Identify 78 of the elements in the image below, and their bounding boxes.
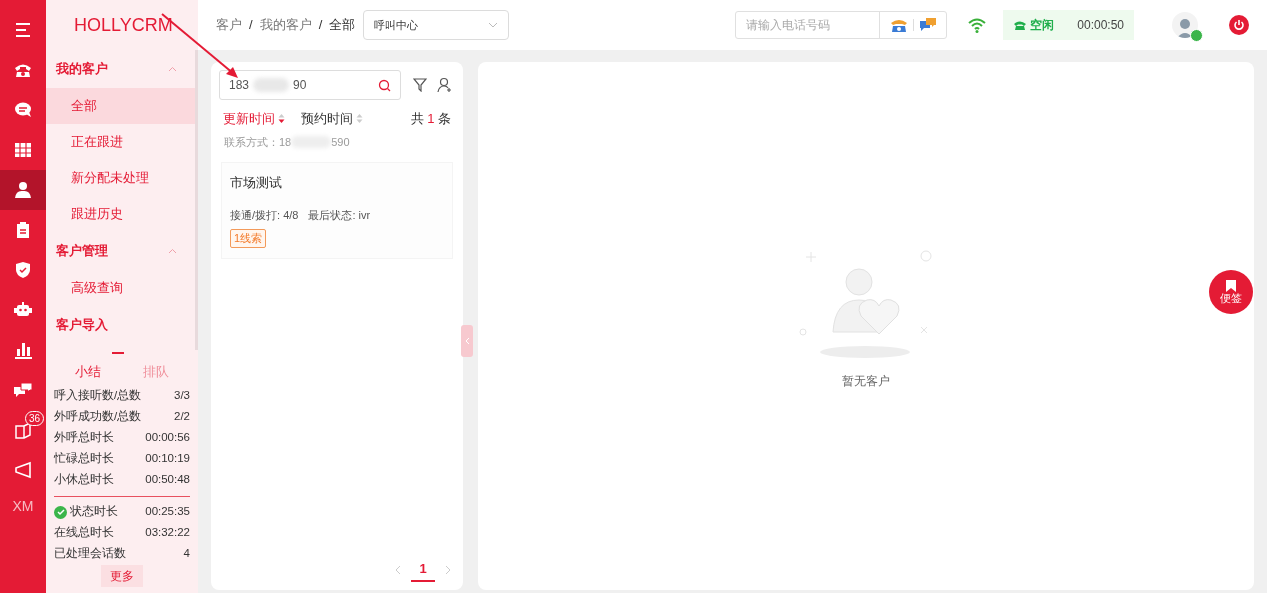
- menu-group-header[interactable]: 客户导入: [46, 306, 195, 344]
- stat-value: 00:50:48: [145, 472, 190, 488]
- chat-bubbles-icon: [13, 380, 33, 400]
- megaphone-icon: [13, 460, 33, 480]
- notification-badge: 36: [24, 411, 44, 426]
- sort-button[interactable]: 预约时间: [301, 109, 363, 129]
- stat-value: 03:32:22: [145, 525, 190, 541]
- customer-name: 市场测试: [230, 174, 283, 192]
- stat-value: 00:25:35: [145, 504, 190, 520]
- logo-text: HOLLYCRM: [74, 13, 173, 37]
- customer-card[interactable]: 市场测试 接通/拨打: 4/8 最后状态: ivr 1线索: [221, 162, 453, 259]
- dial-box[interactable]: 请输入电话号码: [735, 11, 947, 39]
- breadcrumb-item: 全部: [329, 16, 356, 35]
- lead-tag: 1线索: [230, 229, 267, 248]
- menu-item[interactable]: 正在跟进: [46, 124, 195, 160]
- stat-label: 状态时长: [70, 504, 118, 520]
- collapse-handle[interactable]: [461, 325, 473, 357]
- stat-value: 4: [183, 546, 190, 562]
- menu-item[interactable]: 跟进历史: [46, 196, 195, 232]
- stat-value: 3/3: [174, 388, 190, 404]
- phone-number-field[interactable]: 请输入电话号码: [736, 12, 880, 38]
- chat-bubbles-icon[interactable]: [919, 17, 937, 33]
- power-icon: [1233, 19, 1245, 31]
- stat-label: 已处理会话数: [54, 546, 126, 562]
- shield-icon: [13, 260, 33, 280]
- stat-value: 00:00:56: [145, 430, 190, 446]
- rail-item[interactable]: [0, 170, 46, 210]
- telephone-icon: [1013, 19, 1027, 31]
- avatar[interactable]: [1172, 12, 1198, 38]
- rail-item[interactable]: 36: [0, 410, 46, 450]
- contact-text: 联系方式：18 590: [224, 134, 351, 150]
- status-text: 空闲: [1030, 17, 1054, 34]
- stat-label: 外呼总时长: [54, 430, 114, 446]
- menu-group-header[interactable]: 我的客户: [46, 50, 195, 88]
- stat-label: 呼入接听数/总数: [54, 388, 142, 404]
- menu-item[interactable]: 新分配未处理: [46, 160, 195, 196]
- filter-icon[interactable]: [413, 78, 427, 92]
- agent-status-panel[interactable]: 空闲 00:00:50: [1003, 10, 1134, 40]
- user-initials: XM: [12, 497, 34, 516]
- breadcrumb-separator: /: [249, 16, 253, 35]
- bar-chart-icon: [13, 340, 33, 360]
- sort-arrows-icon: [278, 113, 285, 125]
- menu-icon: [13, 20, 33, 40]
- breadcrumb-separator: /: [318, 16, 323, 35]
- person-icon: [13, 180, 33, 200]
- stat-label: 忙碌总时长: [54, 451, 114, 467]
- breadcrumb-item[interactable]: 客户: [216, 15, 242, 35]
- menu-item[interactable]: 高级查询: [46, 270, 195, 306]
- add-person-icon[interactable]: [437, 77, 453, 93]
- search-field[interactable]: 183 90: [219, 70, 401, 100]
- sort-button[interactable]: 更新时间: [223, 109, 285, 129]
- menu-group-header[interactable]: 客户管理: [46, 232, 195, 270]
- search-icon[interactable]: [378, 78, 391, 92]
- timer-text: 00:00:50: [1077, 17, 1124, 34]
- breadcrumb-item[interactable]: 我的客户: [259, 15, 312, 35]
- chevron-left-icon: [464, 337, 470, 345]
- chevron-down-icon: [488, 22, 499, 28]
- wifi-icon: [967, 17, 987, 33]
- empty-state-text: 暂无客户: [842, 373, 890, 390]
- power-button[interactable]: [1229, 15, 1249, 35]
- result-count: 共 1 条: [410, 110, 451, 128]
- stat-value: 00:10:19: [145, 451, 190, 467]
- summary-tab[interactable]: 小结: [75, 362, 101, 382]
- stat-value: 2/2: [174, 409, 190, 425]
- call-stats: 接通/拨打: 4/8: [230, 207, 299, 223]
- stat-label: 在线总时长: [54, 525, 114, 541]
- more-button[interactable]: 更多: [101, 564, 143, 587]
- last-status: 最后状态: ivr: [308, 207, 371, 223]
- page-button[interactable]: 1: [411, 558, 435, 582]
- channel-select[interactable]: 呼叫中心: [363, 10, 510, 40]
- grid-icon: [13, 140, 33, 160]
- stat-label: 小休总时长: [54, 472, 114, 488]
- chat-bubble-icon: [13, 100, 33, 120]
- telephone-icon[interactable]: [890, 17, 908, 33]
- stat-label: 外呼成功数/总数: [54, 409, 142, 425]
- bookmark-icon: [1226, 279, 1236, 292]
- menu-item[interactable]: 全部: [46, 88, 195, 124]
- sort-arrows-icon: [356, 113, 363, 125]
